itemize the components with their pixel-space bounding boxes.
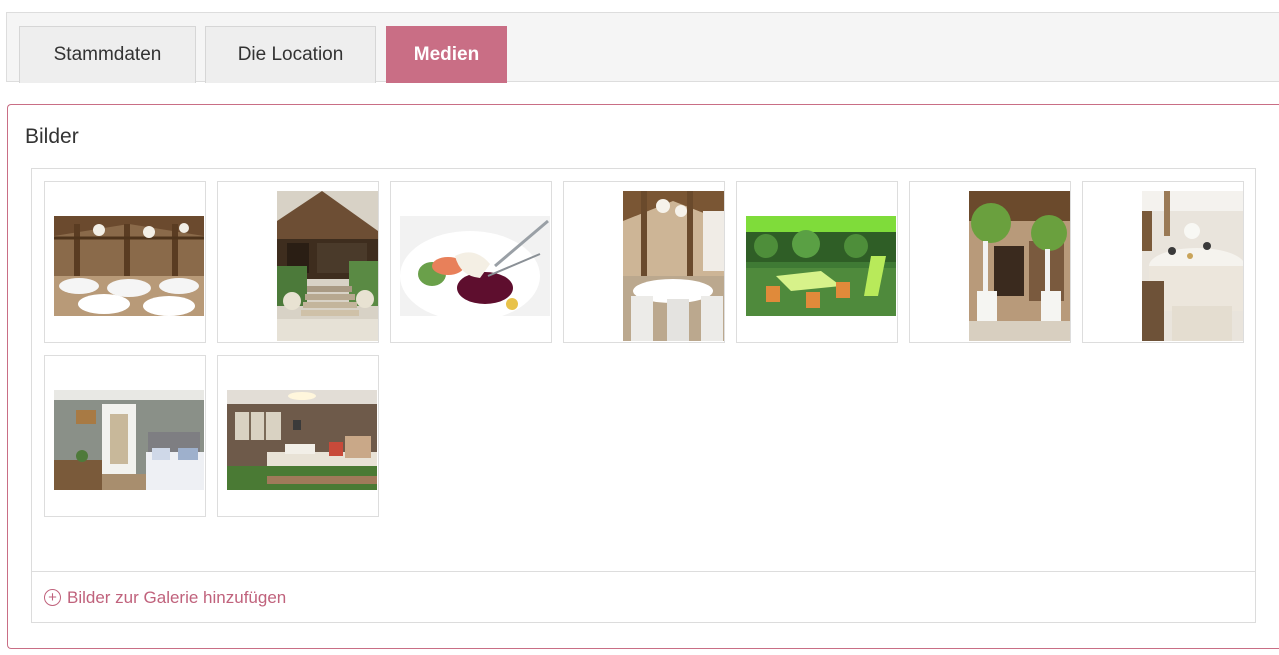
photo-barn-hall-interior (54, 216, 204, 316)
add-images-button[interactable]: + Bilder zur Galerie hinzufügen (44, 588, 286, 608)
gallery-thumbnail[interactable] (390, 181, 552, 343)
gallery-thumbnail[interactable] (563, 181, 725, 343)
tab-medien[interactable]: Medien (386, 26, 507, 83)
panel-title: Bilder (25, 125, 79, 148)
photo-barn-entrance-stairs (277, 191, 378, 341)
tab-die-location[interactable]: Die Location (205, 26, 376, 83)
thumbnail-grid (32, 169, 1255, 571)
gallery-thumbnail[interactable] (217, 355, 379, 517)
photo-banquet-hall-portrait (623, 191, 724, 341)
gallery-thumbnail[interactable] (44, 181, 206, 343)
photo-hotel-room-1 (54, 390, 204, 490)
gallery-thumbnail[interactable] (1082, 181, 1244, 343)
photo-plated-dish (400, 216, 550, 316)
plus-circle-icon: + (44, 589, 61, 606)
photo-entrance-topiary-trees (969, 191, 1070, 341)
gallery-thumbnail[interactable] (44, 355, 206, 517)
media-panel: Bilder + Bilder zur Galerie hinzufügen (7, 104, 1279, 649)
photo-round-table-setting (1142, 191, 1243, 341)
gallery-thumbnail[interactable] (736, 181, 898, 343)
photo-hotel-room-2 (227, 390, 377, 490)
gallery-thumbnail[interactable] (217, 181, 379, 343)
photo-garden-terrace-tables (746, 216, 896, 316)
gallery-footer: + Bilder zur Galerie hinzufügen (32, 571, 1255, 623)
gallery-thumbnail[interactable] (909, 181, 1071, 343)
tab-stammdaten[interactable]: Stammdaten (19, 26, 196, 83)
add-images-label: Bilder zur Galerie hinzufügen (67, 587, 287, 607)
tab-bar: Stammdaten Die Location Medien (6, 12, 1279, 83)
image-gallery: + Bilder zur Galerie hinzufügen (31, 168, 1256, 623)
